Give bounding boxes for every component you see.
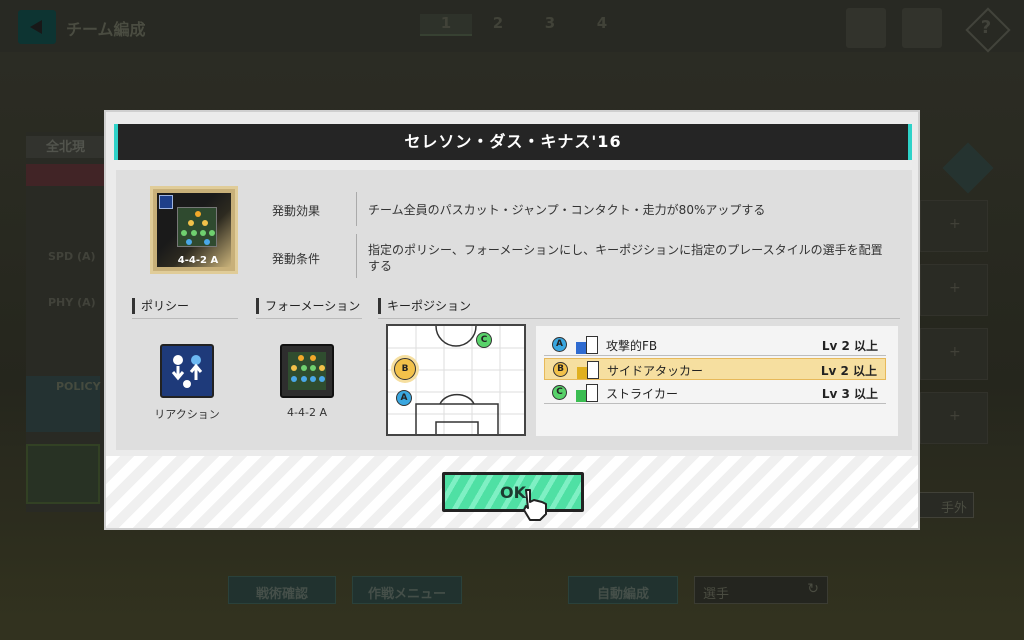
tactic-card-label: 4-4-2 A: [177, 255, 219, 266]
ok-label: OK: [500, 483, 526, 502]
effect-label: 発動効果: [272, 204, 321, 218]
formation-name: 4-4-2 A: [287, 406, 327, 419]
playstyle-icon: [576, 336, 598, 354]
ok-button[interactable]: OK: [442, 472, 584, 512]
playstyle-level: Lv 3 以上: [821, 387, 878, 401]
effect-divider: [356, 192, 357, 226]
playstyle-name: ストライカー: [606, 387, 679, 401]
tactic-badge-icon: [159, 195, 173, 209]
keypos-divider: [378, 318, 900, 319]
condition-divider: [356, 234, 357, 278]
formation-section-title: フォーメーション: [256, 298, 360, 314]
dialog-header: セレソン・ダス・キナス'16: [114, 124, 912, 160]
playstyle-level: Lv 2 以上: [821, 339, 878, 353]
field-marker-a: A: [396, 390, 412, 406]
condition-label: 発動条件: [272, 252, 321, 266]
policy-section-title: ポリシー: [132, 298, 189, 314]
effect-value: チーム全員のパスカット・ジャンプ・コンタクト・走力が80%アップする: [368, 203, 766, 217]
list-item: B サイドアタッカー Lv 2 以上: [544, 358, 886, 380]
playstyle-icon: [576, 384, 598, 402]
hand-pointer-icon: [523, 489, 547, 521]
keypos-section-title: キーポジション: [378, 298, 471, 314]
playstyle-name: サイドアタッカー: [607, 364, 704, 378]
list-item: A 攻撃的FB Lv 2 以上: [544, 334, 886, 356]
team-color-dialog: セレソン・ダス・キナス'16 4-4-2 A 発動効果 チーム全員のパスカット・…: [104, 110, 920, 530]
formation-pitch: [288, 352, 326, 390]
tactic-card: 4-4-2 A: [150, 186, 238, 274]
playstyle-level: Lv 2 以上: [820, 364, 877, 378]
dialog-footer: OK: [106, 456, 918, 528]
formation-mini-icon: [177, 207, 217, 247]
field-marker-b: B: [394, 358, 416, 380]
dialog-body: 4-4-2 A 発動効果 チーム全員のパスカット・ジャンプ・コンタクト・走力が8…: [116, 170, 912, 450]
playstyle-name: 攻撃的FB: [606, 339, 658, 353]
position-mark: B: [553, 362, 568, 377]
key-position-list: A 攻撃的FB Lv 2 以上 B サイドアタッカー Lv 2 以上 C ストラ…: [536, 326, 898, 436]
dialog-title: セレソン・ダス・キナス'16: [404, 132, 622, 151]
tactic-card-image: 4-4-2 A: [157, 193, 231, 267]
key-position-field: C B A: [386, 324, 526, 436]
policy-name: リアクション: [154, 408, 220, 421]
playstyle-icon: [577, 361, 599, 379]
list-item: C ストライカー Lv 3 以上: [544, 382, 886, 404]
formation-divider: [256, 318, 362, 319]
condition-value: 指定のポリシー、フォーメーションにし、キーポジションに指定のプレースタイルの選手…: [368, 243, 883, 273]
position-mark: C: [552, 385, 567, 400]
policy-divider: [132, 318, 238, 319]
field-marker-c: C: [476, 332, 492, 348]
policy-reaction-icon: [160, 344, 214, 398]
formation-icon: [280, 344, 334, 398]
position-mark: A: [552, 337, 567, 352]
